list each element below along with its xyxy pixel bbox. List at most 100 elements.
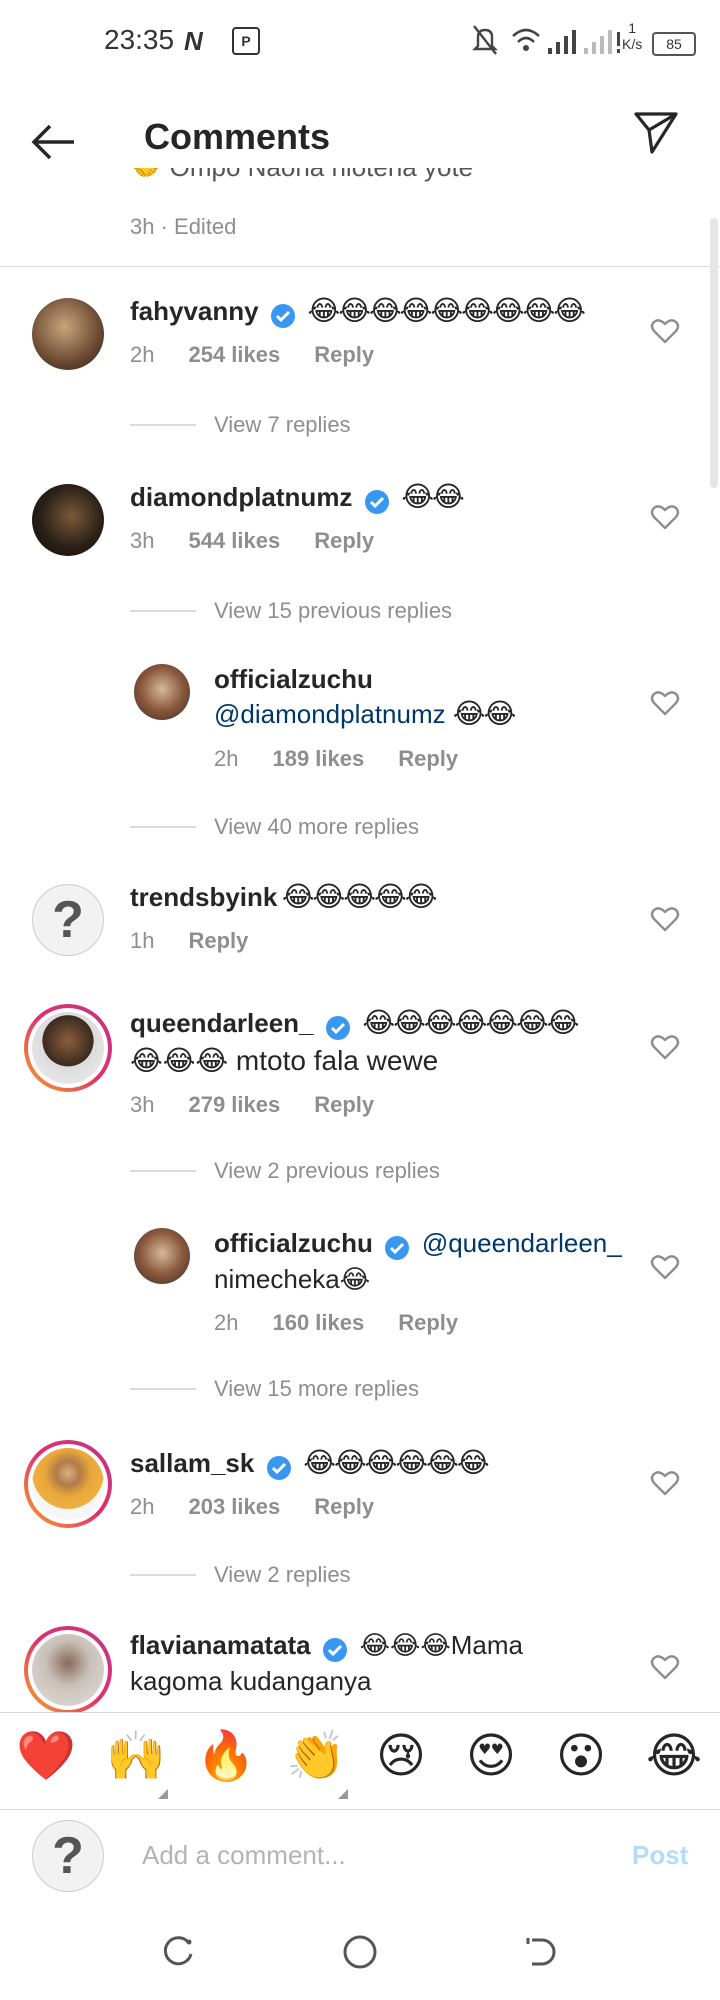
comment-composer: ? Add a comment... Post	[0, 1808, 720, 1904]
reply-button[interactable]: Reply	[314, 528, 374, 553]
verified-badge-icon	[364, 489, 389, 514]
divider	[130, 424, 196, 426]
username[interactable]: flavianamatata	[130, 1630, 311, 1660]
recents-icon[interactable]	[160, 1934, 196, 1970]
post-button[interactable]: Post	[632, 1840, 688, 1871]
likes-count[interactable]: 160 likes	[272, 1310, 364, 1335]
likes-count[interactable]: 544 likes	[188, 528, 280, 553]
avatar[interactable]	[32, 298, 104, 370]
skin-tone-indicator	[158, 1789, 168, 1799]
view-replies-button[interactable]: View 15 previous replies	[214, 598, 452, 624]
username[interactable]: sallam_sk	[130, 1448, 254, 1478]
partial-comment-meta: 3h · Edited	[130, 214, 237, 239]
reply-button[interactable]: Reply	[314, 1092, 374, 1117]
avatar-story-ring[interactable]	[24, 1004, 112, 1092]
comment-input[interactable]: Add a comment...	[142, 1840, 602, 1871]
reaction-heart-eyes[interactable]: 😍	[466, 1727, 516, 1787]
likes-count[interactable]: 254 likes	[188, 342, 280, 367]
skin-tone-indicator	[338, 1789, 348, 1799]
scrollbar[interactable]	[710, 218, 718, 488]
avatar: ?	[32, 1820, 104, 1892]
heart-icon[interactable]	[650, 1252, 680, 1282]
back-nav-icon[interactable]	[522, 1934, 558, 1970]
reply-button[interactable]: Reply	[398, 1310, 458, 1335]
likes-count[interactable]: 189 likes	[272, 746, 364, 771]
reaction-laughing[interactable]: 😂	[646, 1727, 702, 1787]
signal-icon-1	[548, 30, 576, 54]
comment-fahyvanny: fahyvanny 😂😂😂😂😂😂😂😂😂	[130, 294, 630, 330]
divider	[0, 266, 720, 267]
comment-text: 😂😂😂😂😂😂	[303, 1447, 489, 1478]
partial-comment: 🤝 Ompo Naona hiotena yote	[130, 168, 690, 204]
reaction-fire[interactable]: 🔥	[196, 1727, 256, 1787]
avatar[interactable]	[134, 664, 190, 720]
likes-count[interactable]: 203 likes	[188, 1494, 280, 1519]
likes-count[interactable]: 279 likes	[188, 1092, 280, 1117]
reaction-crying[interactable]: 😢	[376, 1727, 426, 1787]
verified-badge-icon	[266, 1455, 291, 1480]
comment-meta: 2h 189 likes Reply	[214, 746, 459, 771]
avatar[interactable]	[32, 484, 104, 556]
comment-meta: 3h 279 likes Reply	[130, 1092, 375, 1117]
heart-icon[interactable]	[650, 1468, 680, 1498]
username[interactable]: officialzuchu	[214, 1228, 373, 1258]
reaction-surprised[interactable]: 😮	[556, 1727, 606, 1787]
paper-plane-icon[interactable]	[632, 108, 680, 156]
heart-icon[interactable]	[650, 502, 680, 532]
divider	[130, 1574, 196, 1576]
status-bar: 23:35 N P 1 K/s 85	[0, 0, 720, 80]
reply-button[interactable]: Reply	[188, 928, 248, 953]
view-replies-button[interactable]: View 2 replies	[214, 1562, 351, 1588]
home-icon[interactable]	[340, 1932, 380, 1972]
comment-meta: 2h 203 likes Reply	[130, 1494, 375, 1519]
view-replies-button[interactable]: View 40 more replies	[214, 814, 419, 840]
comment-queendarleen: queendarleen_ 😂😂😂😂😂😂😂 😂😂😂 mtoto fala wew…	[130, 1006, 630, 1077]
divider	[130, 826, 196, 828]
heart-icon[interactable]	[650, 904, 680, 934]
view-replies-button[interactable]: View 15 more replies	[214, 1376, 419, 1402]
view-replies-button[interactable]: View 7 replies	[214, 412, 351, 438]
status-icons: 1 K/s 85	[470, 20, 696, 62]
comment-meta: 1h Reply	[130, 928, 249, 953]
reaction-heart[interactable]: ❤️	[16, 1727, 76, 1787]
mention-link[interactable]: @diamondplatnumz	[214, 699, 446, 729]
username[interactable]: officialzuchu	[214, 664, 634, 695]
arrow-left-icon[interactable]	[30, 122, 78, 162]
reply-button[interactable]: Reply	[314, 342, 374, 367]
comment-text: 😂😂	[401, 481, 464, 512]
comment-text: 😂😂	[452, 698, 516, 729]
avatar[interactable]: ?	[32, 884, 104, 956]
comment-trendsbyink: trendsbyink 😂😂😂😂😂	[130, 880, 630, 913]
n-app-icon: N	[184, 26, 203, 56]
avatar-story-ring[interactable]	[24, 1440, 112, 1528]
quick-reaction-bar: ❤️ 🙌 🔥 👏 😢 😍 😮 😂	[0, 1712, 720, 1810]
avatar-story-ring[interactable]	[24, 1626, 112, 1712]
p-app-icon: P	[232, 27, 260, 55]
username[interactable]: queendarleen_	[130, 1008, 314, 1038]
mention-link[interactable]: @queendarleen_	[422, 1228, 622, 1258]
username[interactable]: trendsbyink	[130, 882, 277, 912]
status-time: 23:35	[104, 24, 175, 55]
reply-button[interactable]: Reply	[398, 746, 458, 771]
comment-diamondplatnumz: diamondplatnumz 😂😂	[130, 480, 630, 516]
username[interactable]: diamondplatnumz	[130, 482, 352, 512]
reaction-raised-hands[interactable]: 🙌	[106, 1727, 166, 1787]
view-replies-button[interactable]: View 2 previous replies	[214, 1158, 440, 1184]
reaction-clap[interactable]: 👏	[286, 1727, 346, 1787]
verified-badge-icon	[385, 1235, 410, 1260]
heart-icon[interactable]	[650, 316, 680, 346]
battery-icon: 85	[652, 32, 696, 56]
divider	[130, 610, 196, 612]
heart-icon[interactable]	[650, 688, 680, 718]
comment-text-line2: 😂😂😂 mtoto fala wewe	[130, 1044, 439, 1076]
comment-text: 😂😂😂😂😂😂😂	[362, 1007, 579, 1038]
verified-badge-icon	[325, 1015, 350, 1040]
reply-officialzuchu: officialzuchu @diamondplatnumz 😂😂	[214, 664, 634, 730]
net-speed: 1 K/s	[622, 20, 643, 52]
heart-icon[interactable]	[650, 1032, 680, 1062]
reply-officialzuchu: officialzuchu @queendarleen_ nimecheka😂	[214, 1228, 634, 1295]
username[interactable]: fahyvanny	[130, 296, 259, 326]
reply-button[interactable]: Reply	[314, 1494, 374, 1519]
heart-icon[interactable]	[650, 1652, 680, 1682]
avatar[interactable]	[134, 1228, 190, 1284]
